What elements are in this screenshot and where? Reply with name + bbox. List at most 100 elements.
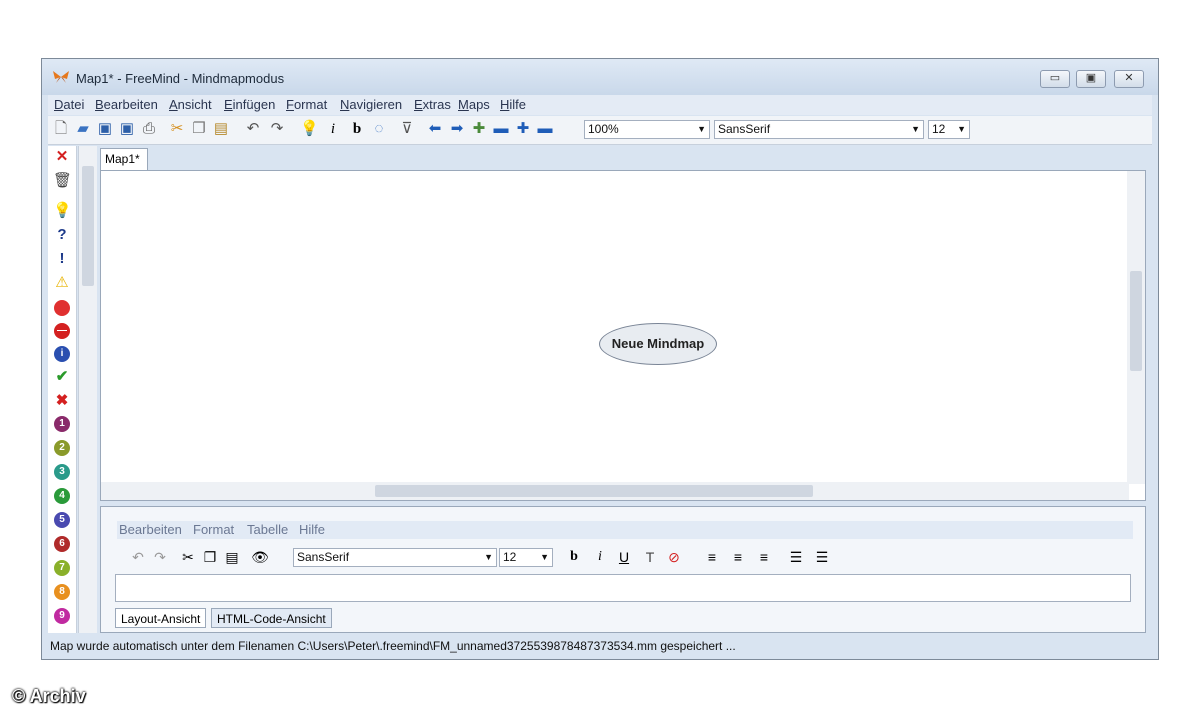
menu-hilfe[interactable]: Hilfe <box>500 97 526 112</box>
menu-bearbeiten[interactable]: Bearbeiten <box>95 97 158 112</box>
trash-icon[interactable]: 🗑 <box>53 172 72 190</box>
print-icon[interactable]: ⎙ <box>140 120 158 138</box>
note-editor: Bearbeiten Format Tabelle Hilfe ↶ ↷ ✂ ❐ … <box>100 506 1146 633</box>
find-icon[interactable]: 👁 <box>251 548 269 566</box>
window-title: Map1* - FreeMind - Mindmapmodus <box>76 71 285 86</box>
note-text-area[interactable] <box>115 574 1131 602</box>
chevron-down-icon: ▼ <box>540 552 549 562</box>
minimize-button[interactable]: ▭ <box>1040 70 1070 88</box>
no-format-icon[interactable]: ⊘ <box>665 548 683 566</box>
menu-einfuegen[interactable]: Einfügen <box>224 97 275 112</box>
menu-format[interactable]: Format <box>286 97 327 112</box>
checkmark-icon[interactable]: ✔ <box>53 368 71 386</box>
font-size-select[interactable]: 12 ▼ <box>928 120 970 139</box>
menu-maps[interactable]: Maps <box>458 97 490 112</box>
arrow-right-icon[interactable]: ➡ <box>448 120 466 138</box>
priority-7-icon[interactable]: 7 <box>54 560 70 576</box>
move-icon[interactable]: ✚ <box>470 120 488 138</box>
stop-icon[interactable] <box>54 300 70 316</box>
main-toolbar: 🗋 ▰ ▣ ▣ ⎙ ✂ ❐ ▤ ↶ ↷ 💡 i b ◌ ⊽ ⬅ ➡ ✚ ▬ ✚ … <box>48 116 1152 145</box>
question-icon[interactable]: ? <box>53 226 71 244</box>
map-vertical-scrollbar[interactable] <box>1127 171 1145 484</box>
priority-9-icon[interactable]: 9 <box>54 608 70 624</box>
redo-icon[interactable]: ↷ <box>151 548 169 566</box>
cloud-icon[interactable]: ◌ <box>370 120 388 138</box>
no-entry-icon[interactable]: — <box>54 323 70 339</box>
minus-icon[interactable]: ▬ <box>492 120 510 138</box>
paste-icon[interactable]: ▤ <box>212 120 230 138</box>
align-center-icon[interactable]: ≡ <box>729 548 747 566</box>
align-left-icon[interactable]: ≡ <box>703 548 721 566</box>
info-icon[interactable]: i <box>54 346 70 362</box>
priority-1-icon[interactable]: 1 <box>54 416 70 432</box>
editor-menu-tabelle[interactable]: Tabelle <box>247 522 288 537</box>
arrow-left-icon[interactable]: ⬅ <box>426 120 444 138</box>
icon-palette-scrollbar[interactable] <box>78 146 97 633</box>
bullet-list-icon[interactable]: ☰ <box>787 548 805 566</box>
italic-icon[interactable]: i <box>591 548 609 566</box>
open-icon[interactable]: ▰ <box>74 120 92 138</box>
warning-icon[interactable]: ⚠ <box>53 274 71 292</box>
menu-ansicht[interactable]: Ansicht <box>169 97 212 112</box>
new-map-icon[interactable]: 🗋 <box>52 120 70 138</box>
tab-layout-ansicht[interactable]: Layout-Ansicht <box>115 608 207 628</box>
undo-icon[interactable]: ↶ <box>129 548 147 566</box>
cut-icon[interactable]: ✂ <box>179 548 197 566</box>
save-icon[interactable]: ▣ <box>96 120 114 138</box>
exclamation-icon[interactable]: ! <box>53 250 71 268</box>
editor-size-select[interactable]: 12 ▼ <box>499 548 553 567</box>
cut-icon[interactable]: ✂ <box>168 120 186 138</box>
editor-menu-format[interactable]: Format <box>193 522 234 537</box>
idea-icon[interactable]: 💡 <box>53 202 72 220</box>
bold-icon[interactable]: b <box>565 548 583 566</box>
menu-bar: Datei Bearbeiten Ansicht Einfügen Format… <box>48 95 1152 115</box>
plus-icon[interactable]: ✚ <box>514 120 532 138</box>
menu-datei[interactable]: Datei <box>54 97 84 112</box>
mindmap-canvas[interactable]: Neue Mindmap <box>100 170 1146 501</box>
priority-6-icon[interactable]: 6 <box>54 536 70 552</box>
priority-8-icon[interactable]: 8 <box>54 584 70 600</box>
underline-icon[interactable]: U <box>615 548 633 566</box>
font-select[interactable]: SansSerif ▼ <box>714 120 924 139</box>
font-value: SansSerif <box>718 122 771 136</box>
scrollbar-thumb[interactable] <box>1130 271 1142 371</box>
menu-navigieren[interactable]: Navigieren <box>340 97 402 112</box>
tab-map1[interactable]: Map1* <box>100 148 148 170</box>
align-right-icon[interactable]: ≡ <box>755 548 773 566</box>
filter-icon[interactable]: ⊽ <box>398 120 416 138</box>
editor-menu-hilfe[interactable]: Hilfe <box>299 522 325 537</box>
root-node[interactable]: Neue Mindmap <box>599 323 717 365</box>
priority-5-icon[interactable]: 5 <box>54 512 70 528</box>
editor-menu-bearbeiten[interactable]: Bearbeiten <box>119 522 182 537</box>
collapse-icon[interactable]: ▬ <box>536 120 554 138</box>
close-button[interactable]: ✕ <box>1114 70 1144 88</box>
save-as-icon[interactable]: ▣ <box>118 120 136 138</box>
priority-2-icon[interactable]: 2 <box>54 440 70 456</box>
editor-menu-bar: Bearbeiten Format Tabelle Hilfe <box>117 521 1133 539</box>
map-horizontal-scrollbar[interactable] <box>101 482 1129 500</box>
priority-4-icon[interactable]: 4 <box>54 488 70 504</box>
zoom-select[interactable]: 100% ▼ <box>584 120 710 139</box>
bold-icon[interactable]: b <box>348 120 366 138</box>
priority-3-icon[interactable]: 3 <box>54 464 70 480</box>
maximize-button[interactable]: ▣ <box>1076 70 1106 88</box>
copy-icon[interactable]: ❐ <box>190 120 208 138</box>
copy-icon[interactable]: ❐ <box>201 548 219 566</box>
menu-extras[interactable]: Extras <box>414 97 451 112</box>
freemind-butterfly-icon <box>53 71 69 83</box>
cross-icon[interactable]: ✖ <box>53 392 71 410</box>
lightbulb-icon[interactable]: 💡 <box>300 120 319 138</box>
chevron-down-icon: ▼ <box>697 124 706 134</box>
scrollbar-thumb[interactable] <box>375 485 813 497</box>
italic-icon[interactable]: i <box>324 120 342 138</box>
paste-icon[interactable]: ▤ <box>223 548 241 566</box>
undo-icon[interactable]: ↶ <box>244 120 262 138</box>
remove-icon-icon[interactable]: ✕ <box>53 148 71 166</box>
editor-size-value: 12 <box>503 550 517 564</box>
numbered-list-icon[interactable]: ☰ <box>813 548 831 566</box>
tab-html-code-ansicht[interactable]: HTML-Code-Ansicht <box>211 608 332 628</box>
text-color-icon[interactable]: T <box>641 548 659 566</box>
redo-icon[interactable]: ↷ <box>268 120 286 138</box>
editor-font-select[interactable]: SansSerif ▼ <box>293 548 497 567</box>
scrollbar-thumb[interactable] <box>82 166 94 286</box>
